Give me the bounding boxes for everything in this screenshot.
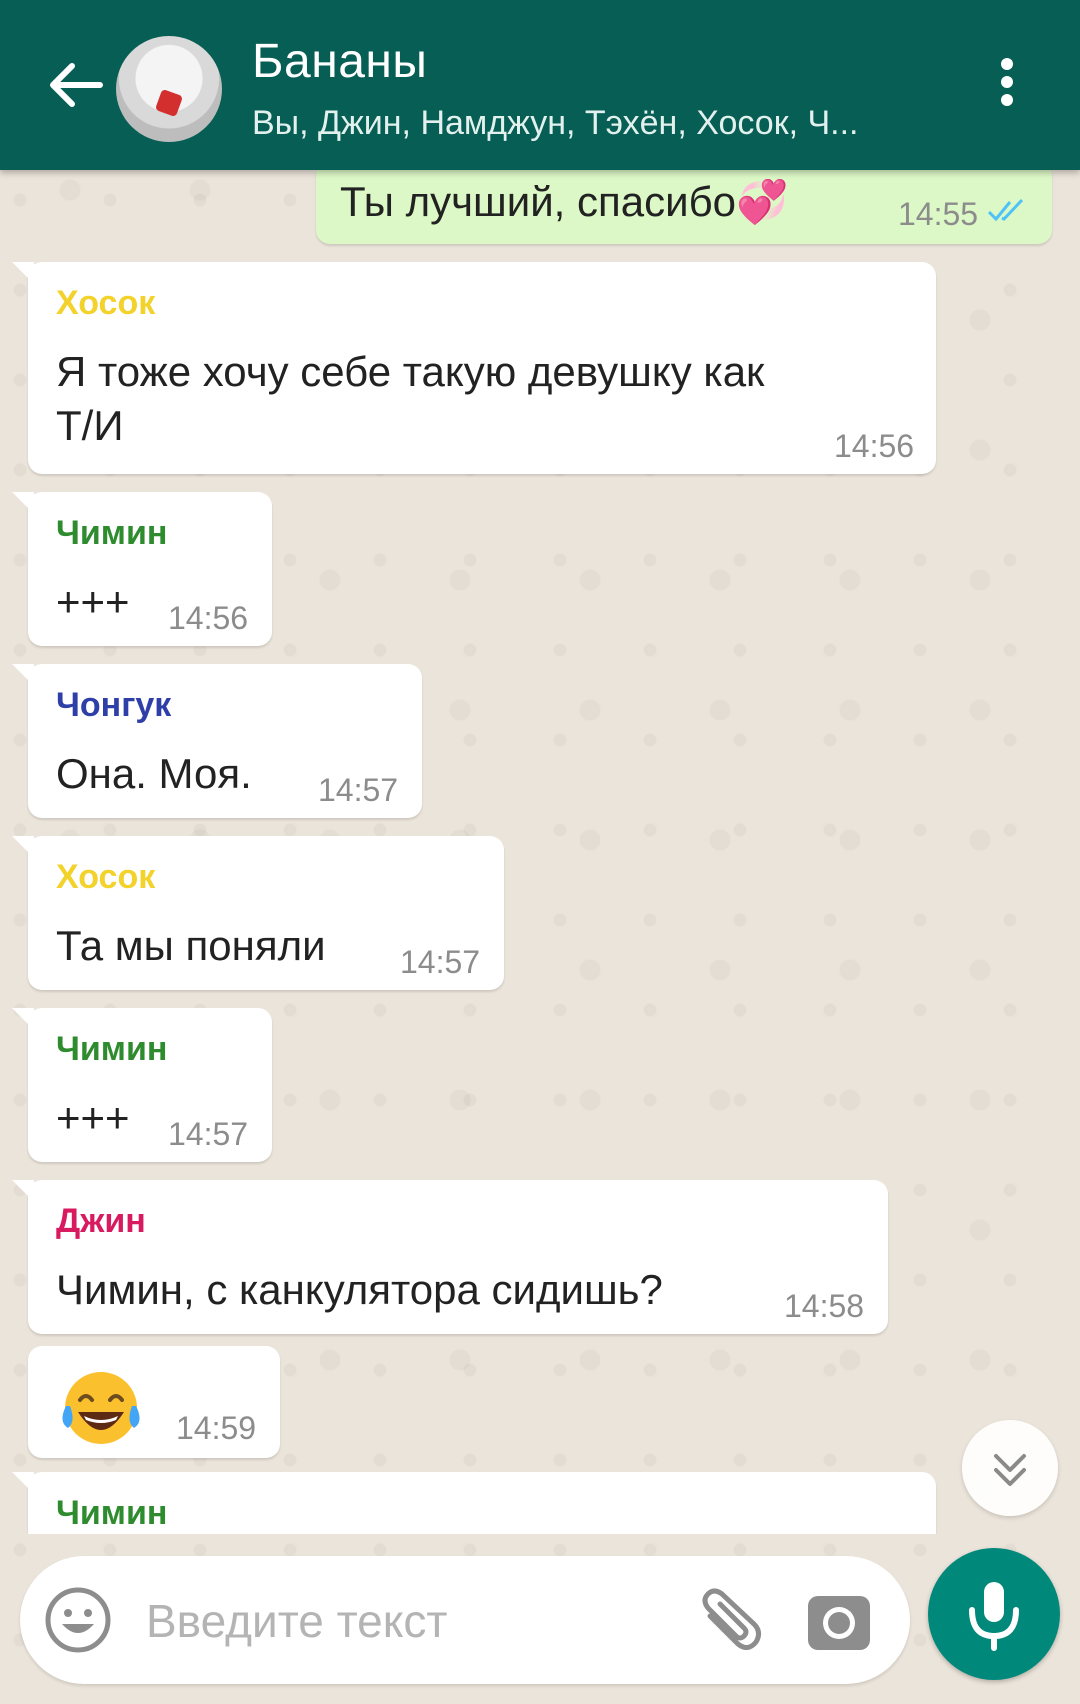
chat-title[interactable]: Бананы bbox=[252, 34, 427, 89]
message-incoming[interactable]: 14:59 bbox=[28, 1346, 280, 1458]
message-sender: Чимин bbox=[56, 1494, 168, 1532]
scroll-down-button[interactable] bbox=[962, 1420, 1058, 1516]
message-text: Я тоже хочу себе такую девушку как bbox=[56, 348, 765, 395]
message-text: Т/И bbox=[56, 402, 124, 449]
message-time: 14:58 bbox=[784, 1288, 865, 1324]
message-incoming[interactable]: Чимин +++ 14:57 bbox=[12, 1008, 272, 1162]
message-sender: Хосок bbox=[56, 284, 156, 322]
message-time: 14:56 bbox=[834, 428, 915, 464]
chat-participants[interactable]: Вы, Джин, Намджун, Тэхён, Хосок, Ч... bbox=[252, 104, 859, 143]
double-check-icon bbox=[987, 198, 1024, 222]
message-sender: Хосок bbox=[56, 858, 156, 896]
scroll-down-icon bbox=[994, 1454, 1026, 1486]
attach-icon[interactable] bbox=[692, 1586, 768, 1656]
message-text: Чимин, с канкулятора сидишь? bbox=[56, 1266, 663, 1313]
message-text: Ты лучший, спасибо💞 bbox=[340, 178, 789, 225]
message-sender: Джин bbox=[56, 1202, 146, 1240]
message-time: 14:56 bbox=[168, 600, 249, 636]
message-time: 14:57 bbox=[168, 1116, 249, 1152]
message-incoming[interactable]: Чимин bbox=[12, 1472, 936, 1534]
message-clip: Чимин bbox=[0, 1470, 1080, 1534]
message-time: 14:57 bbox=[400, 944, 481, 980]
message-sender: Чимин bbox=[56, 1030, 168, 1068]
message-composer bbox=[20, 1556, 910, 1684]
face-with-tears-of-joy-icon bbox=[62, 1372, 140, 1444]
message-time: 14:59 bbox=[176, 1410, 257, 1446]
camera-icon[interactable] bbox=[804, 1586, 874, 1656]
message-incoming[interactable]: Хосок Та мы поняли 14:57 bbox=[12, 836, 504, 990]
mic-button[interactable] bbox=[928, 1548, 1060, 1680]
chat-header: Бананы Вы, Джин, Намджун, Тэхён, Хосок, … bbox=[0, 0, 1080, 170]
message-text: +++ bbox=[56, 1094, 130, 1141]
more-vert-icon[interactable] bbox=[992, 52, 1022, 122]
message-text: Та мы поняли bbox=[56, 922, 326, 969]
message-text: Она. Моя. bbox=[56, 750, 252, 797]
message-incoming[interactable]: Джин Чимин, с канкулятора сидишь? 14:58 bbox=[12, 1180, 888, 1334]
message-sender: Чимин bbox=[56, 514, 168, 552]
group-avatar[interactable] bbox=[116, 36, 222, 142]
message-incoming[interactable]: Чонгук Она. Моя. 14:57 bbox=[12, 664, 422, 818]
message-input[interactable] bbox=[144, 1578, 688, 1664]
message-outgoing[interactable]: Ты лучший, спасибо💞 14:55 bbox=[316, 162, 1052, 244]
message-time: 14:57 bbox=[318, 772, 399, 808]
message-incoming[interactable]: Чимин +++ 14:56 bbox=[12, 492, 272, 646]
message-text: +++ bbox=[56, 578, 130, 625]
message-incoming[interactable]: Хосок Я тоже хочу себе такую девушку как… bbox=[12, 262, 936, 474]
emoji-icon[interactable] bbox=[42, 1584, 114, 1656]
mic-icon bbox=[969, 1582, 1019, 1651]
message-time: 14:55 bbox=[898, 196, 979, 232]
back-arrow-icon[interactable] bbox=[42, 52, 108, 118]
message-sender: Чонгук bbox=[56, 686, 172, 724]
